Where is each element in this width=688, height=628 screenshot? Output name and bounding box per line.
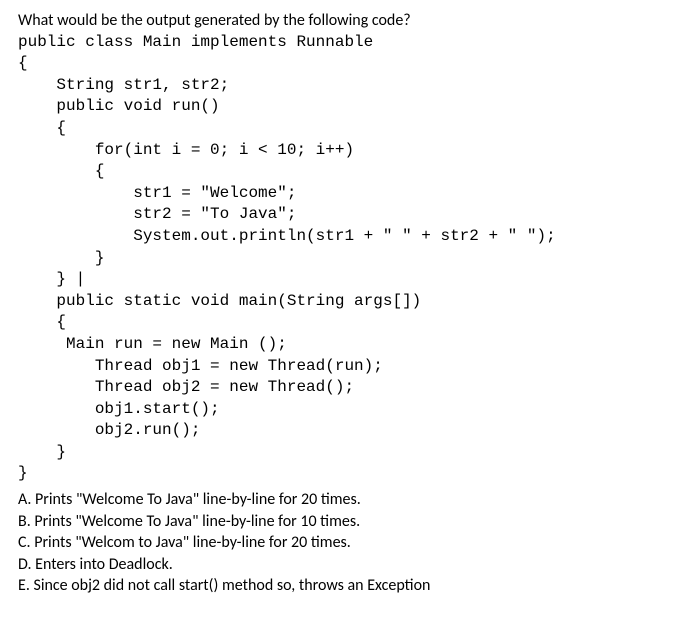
- option-b: B. Prints "Welcome To Java" line-by-line…: [18, 511, 670, 533]
- option-d: D. Enters into Deadlock.: [18, 554, 670, 576]
- option-e: E. Since obj2 did not call start() metho…: [18, 575, 670, 597]
- code-block: public class Main implements Runnable { …: [18, 32, 670, 485]
- option-c: C. Prints "Welcom to Java" line-by-line …: [18, 532, 670, 554]
- option-a: A. Prints "Welcome To Java" line-by-line…: [18, 489, 670, 511]
- answer-options: A. Prints "Welcome To Java" line-by-line…: [18, 489, 670, 597]
- question-text: What would be the output generated by th…: [18, 10, 670, 32]
